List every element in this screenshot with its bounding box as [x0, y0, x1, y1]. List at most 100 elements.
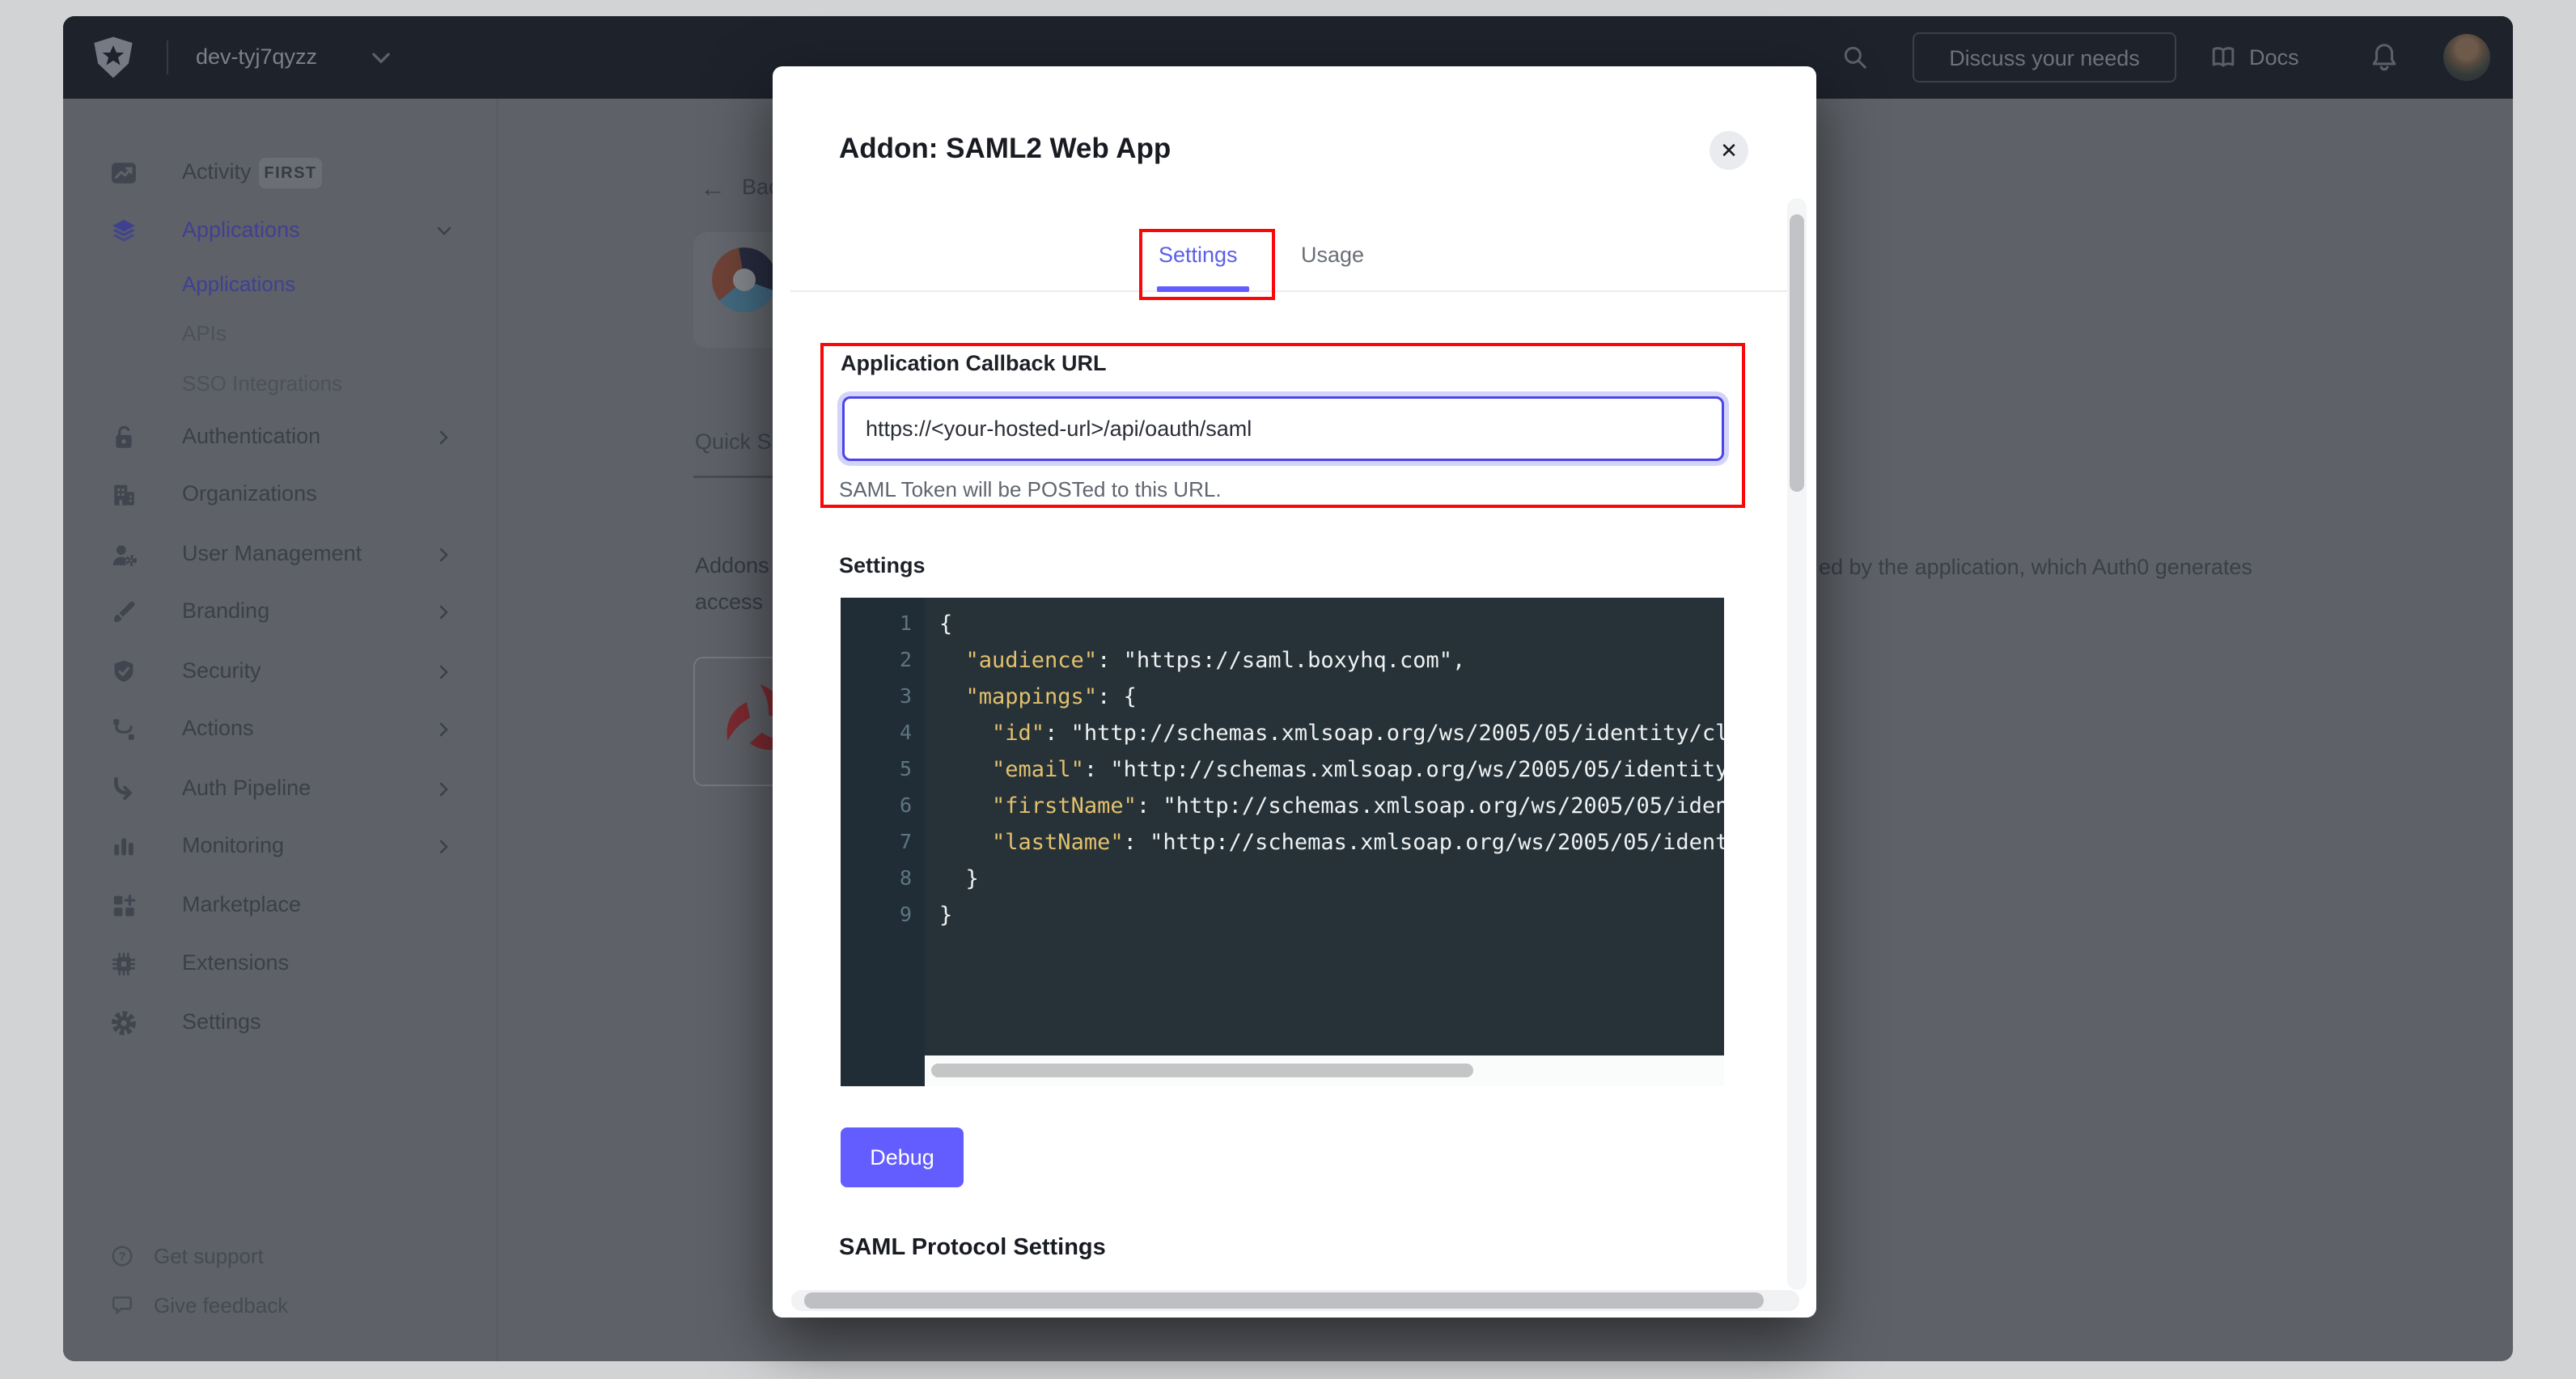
- brush-icon: [110, 599, 138, 626]
- sidebar-item-marketplace[interactable]: Marketplace: [63, 883, 497, 928]
- sidebar-item-security[interactable]: Security: [63, 649, 497, 695]
- sidebar-item-applications[interactable]: Applications: [63, 209, 497, 254]
- sidebar-item-label: Auth Pipeline: [182, 776, 311, 801]
- debug-button[interactable]: Debug: [841, 1127, 964, 1187]
- auth0-logo-icon: [91, 35, 136, 80]
- sidebar-item-label: Applications: [182, 218, 300, 243]
- code-line: "audience": "https://saml.boxyhq.com",: [939, 642, 1724, 679]
- search-icon[interactable]: [1841, 44, 1869, 71]
- pipeline-icon: [110, 776, 138, 803]
- code-lines: { "audience": "https://saml.boxyhq.com",…: [925, 606, 1724, 933]
- sidebar-item-label: Applications: [182, 272, 295, 297]
- sidebar-item-sso-integrations[interactable]: SSO Integrations: [63, 361, 497, 406]
- code-line: "id": "http://schemas.xmlsoap.org/ws/200…: [939, 715, 1724, 751]
- modal-hscroll-thumb[interactable]: [804, 1292, 1764, 1309]
- sidebar-item-monitoring[interactable]: Monitoring: [63, 824, 497, 869]
- addon-saml2-modal: Addon: SAML2 Web App ✕ Settings Usage Ap…: [773, 66, 1816, 1318]
- flow-icon: [110, 716, 138, 743]
- docs-link[interactable]: Docs: [2209, 40, 2299, 75]
- annotation-box-settings-tab: [1139, 229, 1275, 300]
- sidebar-item-label: User Management: [182, 541, 362, 566]
- settings-section-label: Settings: [839, 553, 926, 578]
- marketplace-icon: [110, 892, 138, 920]
- back-link[interactable]: ← Bac: [700, 175, 780, 200]
- sidebar-item-label: APIs: [182, 321, 227, 346]
- sidebar-item-give-feedback[interactable]: Give feedback: [63, 1283, 497, 1328]
- tab-usage[interactable]: Usage: [1301, 243, 1364, 268]
- discuss-your-needs-button[interactable]: Discuss your needs: [1913, 32, 2176, 82]
- sidebar-item-label: Monitoring: [182, 833, 284, 858]
- code-line: {: [939, 606, 1724, 642]
- chevron-down-icon: [371, 50, 392, 66]
- sidebar-item-apis[interactable]: APIs: [63, 311, 497, 356]
- chevron-down-icon: [435, 222, 453, 240]
- sidebar-item-label: Get support: [154, 1244, 264, 1269]
- code-gutter: 123456789: [841, 598, 925, 1086]
- activity-icon: [110, 159, 138, 187]
- sidebar-item-get-support[interactable]: ? Get support: [63, 1233, 497, 1279]
- user-gear-icon: [110, 541, 138, 569]
- code-horizontal-scrollbar[interactable]: [925, 1055, 1724, 1086]
- chevron-right-icon: [435, 663, 453, 681]
- docs-label: Docs: [2249, 45, 2299, 70]
- sidebar-item-applications[interactable]: Applications: [63, 261, 497, 307]
- sidebar-item-authentication[interactable]: Authentication: [63, 415, 497, 460]
- chevron-right-icon: [435, 780, 453, 798]
- tenant-switcher[interactable]: dev-tyj7qyzz: [196, 44, 317, 70]
- shield-icon: [110, 658, 138, 686]
- code-line: "mappings": {: [939, 679, 1724, 715]
- chevron-right-icon: [435, 721, 453, 738]
- code-line: "lastName": "http://schemas.xmlsoap.org/…: [939, 824, 1724, 861]
- modal-horizontal-scrollbar[interactable]: [791, 1290, 1799, 1311]
- lock-icon: [110, 424, 138, 451]
- sidebar-item-label: Organizations: [182, 481, 317, 506]
- modal-vertical-scrollbar[interactable]: [1787, 198, 1807, 1290]
- sidebar-item-label: Give feedback: [154, 1293, 288, 1318]
- sidebar-item-label: Branding: [182, 599, 269, 624]
- bell-icon[interactable]: [2369, 41, 2400, 74]
- back-arrow-icon: ←: [700, 176, 726, 200]
- app-logo-icon: [712, 247, 777, 312]
- sidebar-item-activity[interactable]: Activity FIRST: [63, 150, 497, 196]
- addons-text-line2: access: [695, 590, 763, 615]
- sidebar-item-label: Marketplace: [182, 892, 301, 917]
- code-line: }: [939, 897, 1724, 933]
- annotation-box-callback: [820, 343, 1745, 508]
- addons-description-fragment: ed by the application, which Auth0 gener…: [1819, 555, 2252, 580]
- sidebar-item-label: Activity: [182, 159, 252, 184]
- chevron-right-icon: [435, 603, 453, 621]
- sidebar-item-label: Security: [182, 658, 261, 683]
- saml-protocol-settings-heading: SAML Protocol Settings: [839, 1234, 1106, 1261]
- gear-icon: [110, 1009, 138, 1037]
- sidebar-item-auth-pipeline[interactable]: Auth Pipeline: [63, 767, 497, 812]
- tabs-divider: [790, 290, 1799, 292]
- sidebar-item-label: Authentication: [182, 424, 320, 449]
- code-line: "email": "http://schemas.xmlsoap.org/ws/…: [939, 751, 1724, 788]
- sidebar-item-settings[interactable]: Settings: [63, 1000, 497, 1046]
- chevron-right-icon: [435, 429, 453, 446]
- first-badge: FIRST: [259, 158, 322, 188]
- chevron-right-icon: [435, 546, 453, 564]
- sidebar-item-actions[interactable]: Actions: [63, 707, 497, 752]
- bars-icon: [110, 833, 138, 861]
- sidebar-item-label: Actions: [182, 716, 254, 741]
- sidebar-item-extensions[interactable]: Extensions: [63, 941, 497, 987]
- sidebar-item-organizations[interactable]: Organizations: [63, 472, 497, 518]
- help-icon: ?: [110, 1244, 134, 1268]
- building-icon: [110, 481, 138, 509]
- avatar[interactable]: [2443, 34, 2490, 81]
- settings-code-editor[interactable]: 123456789 { "audience": "https://saml.bo…: [841, 598, 1724, 1086]
- modal-vscroll-thumb[interactable]: [1790, 214, 1804, 492]
- tab-quickstart[interactable]: Quick S: [695, 429, 772, 455]
- code-scrollbar-thumb[interactable]: [931, 1064, 1473, 1077]
- book-icon: [2209, 43, 2238, 72]
- sidebar-item-user-management[interactable]: User Management: [63, 532, 497, 577]
- feedback-icon: [110, 1293, 134, 1318]
- screenshot-root: dev-tyj7qyzz Discuss your needs Docs Act…: [0, 0, 2576, 1379]
- sidebar-item-branding[interactable]: Branding: [63, 590, 497, 635]
- code-line: }: [939, 861, 1724, 897]
- sidebar-item-label: SSO Integrations: [182, 371, 342, 396]
- close-icon[interactable]: ✕: [1710, 131, 1748, 170]
- code-line: "firstName": "http://schemas.xmlsoap.org…: [939, 788, 1724, 824]
- chevron-right-icon: [435, 838, 453, 856]
